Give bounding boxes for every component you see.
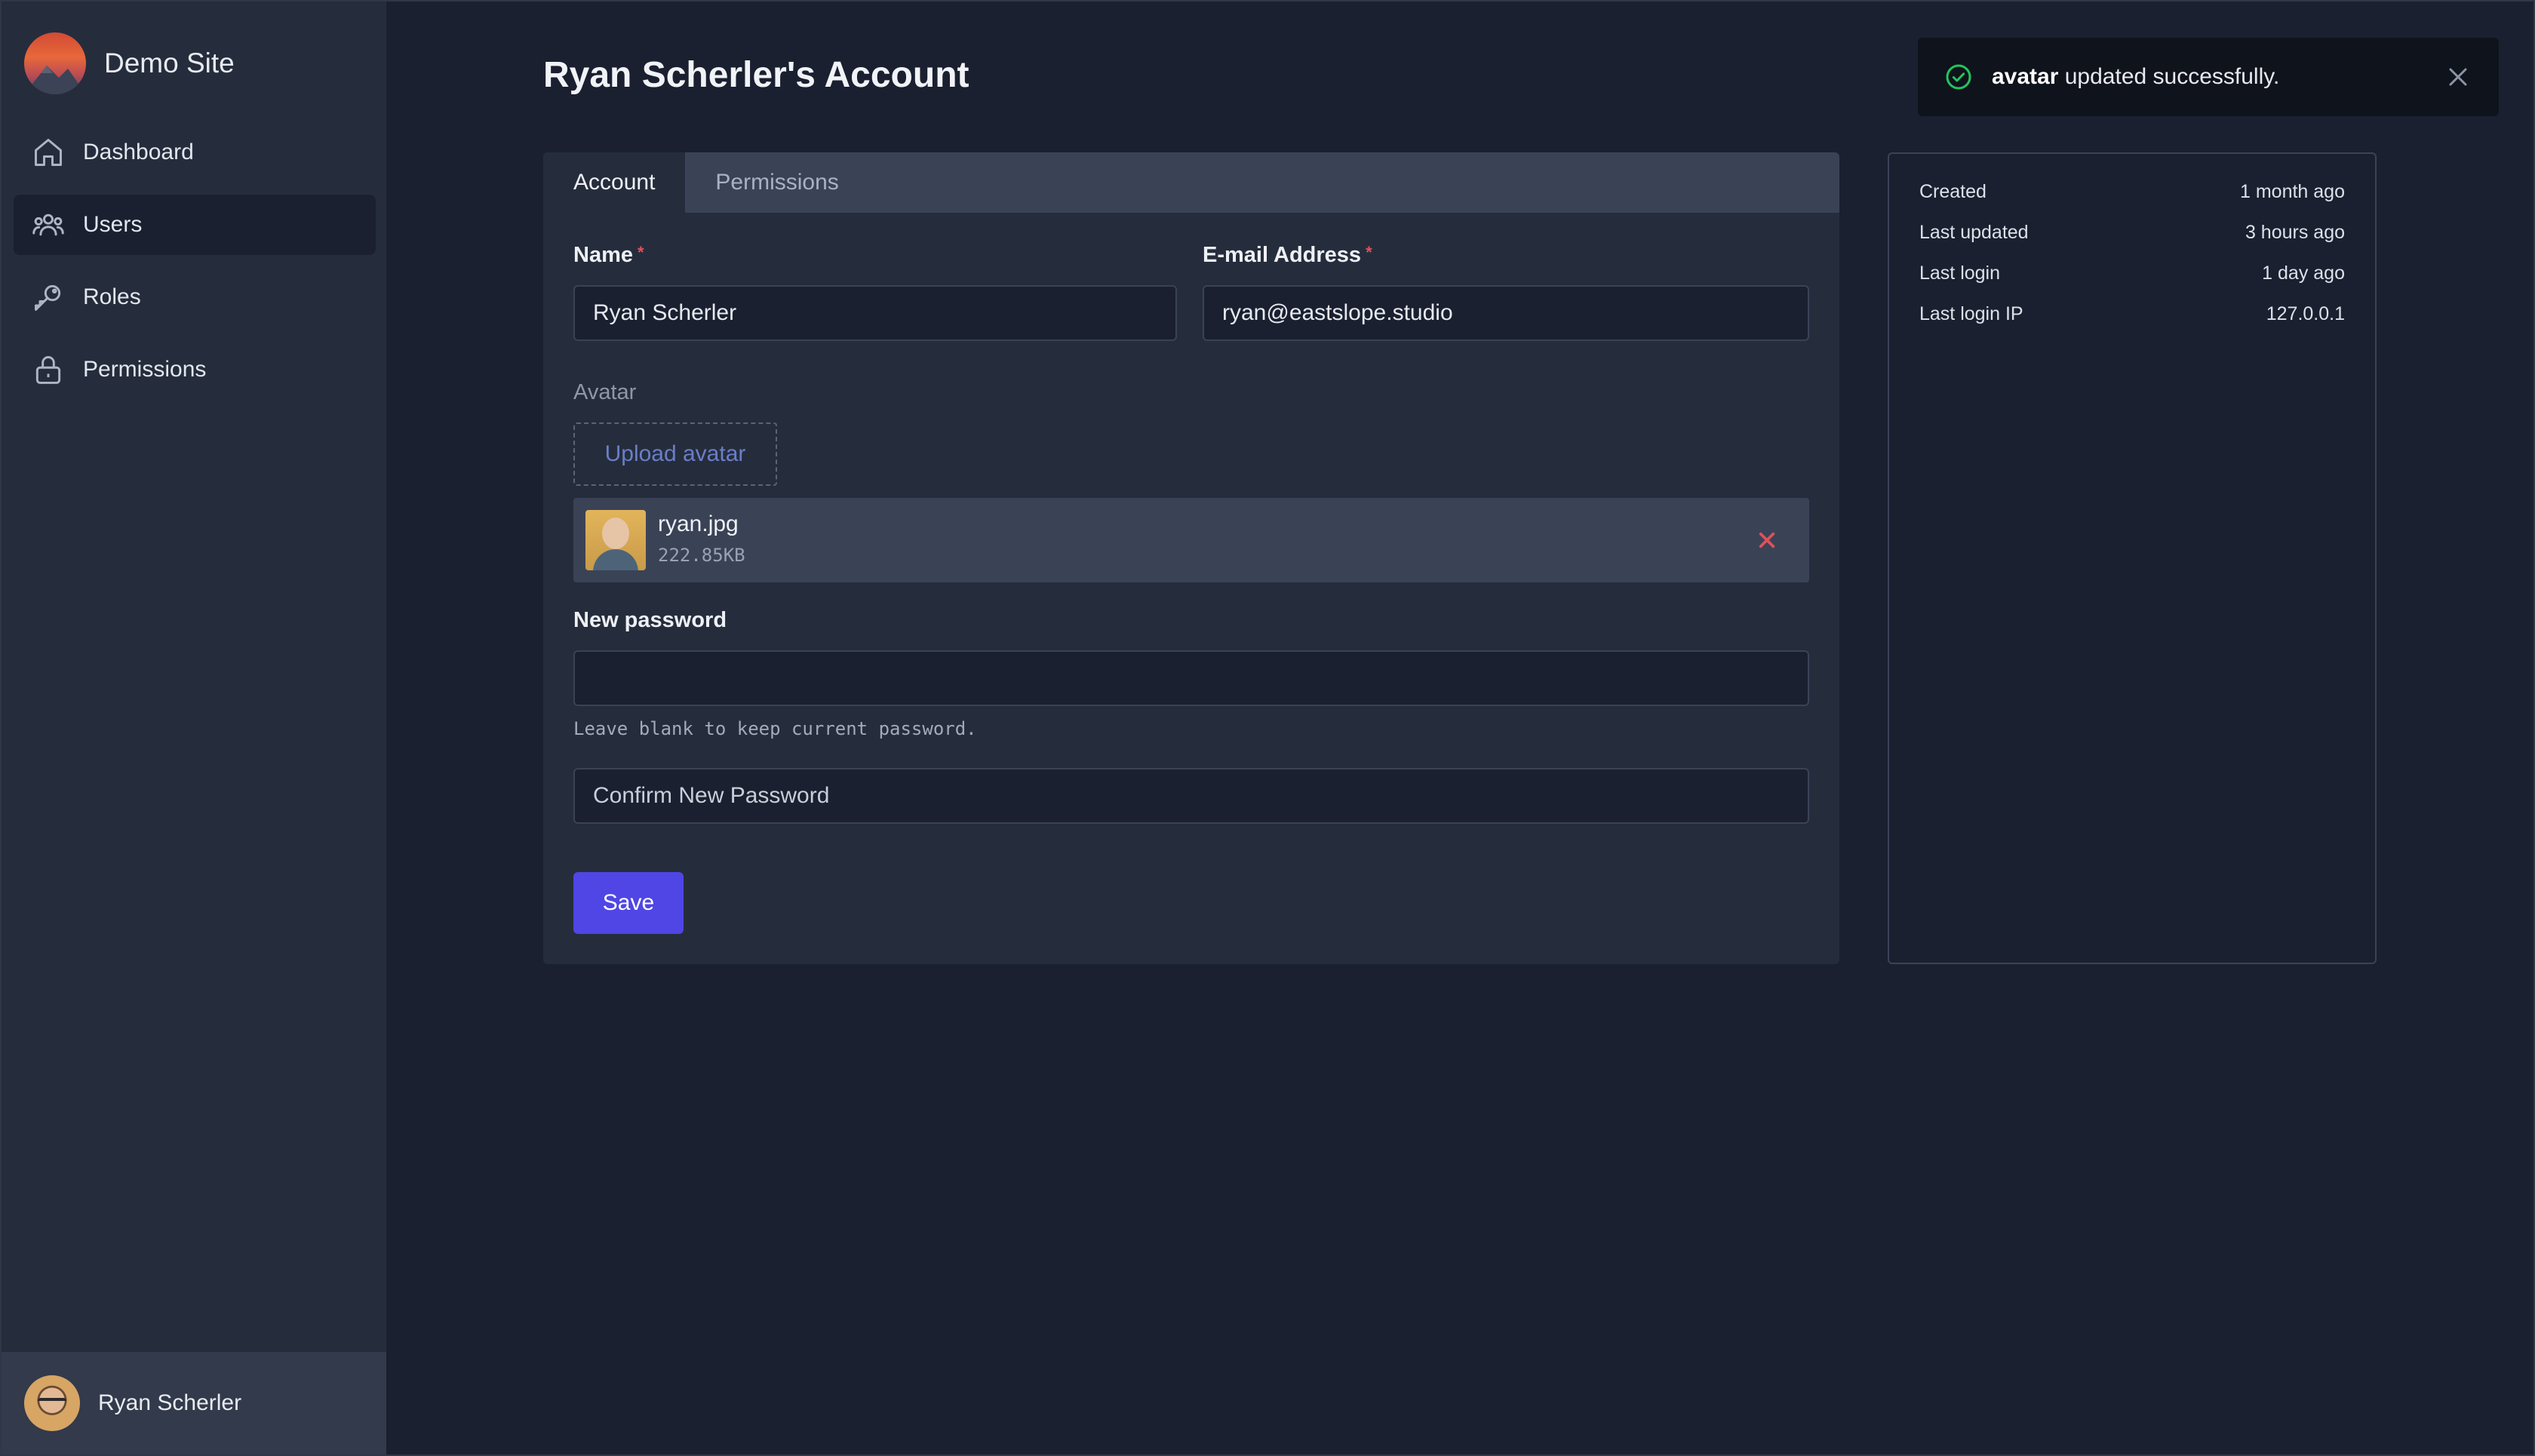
uploaded-file: ryan.jpg 222.85KB [573,498,1809,582]
meta-row-created: Created 1 month ago [1919,181,2345,222]
avatar [24,1375,80,1431]
sidebar-item-roles[interactable]: Roles [14,267,376,327]
toast-field: avatar [1992,64,2059,89]
required-marker: * [638,243,644,262]
toast-message: avatar updated successfully. [1992,64,2279,90]
current-user[interactable]: Ryan Scherler [2,1352,386,1454]
users-icon [32,208,65,241]
remove-file-icon[interactable] [1752,525,1782,555]
password-label: New password [573,608,727,632]
save-button[interactable]: Save [573,872,684,934]
sidebar-item-users[interactable]: Users [14,195,376,255]
check-circle-icon [1946,64,1971,90]
meta-value: 3 hours ago [2245,222,2345,243]
meta-value: 1 month ago [2240,181,2345,202]
meta-label: Last updated [1919,222,2029,243]
sidebar-item-label: Users [83,212,143,237]
sidebar: Demo Site Dashboard Users Roles Permissi… [2,2,386,1454]
sidebar-nav: Dashboard Users Roles Permissions [14,122,376,412]
new-password-input[interactable] [573,650,1809,706]
sidebar-item-dashboard[interactable]: Dashboard [14,122,376,183]
home-icon [32,136,65,169]
email-label-text: E-mail Address [1203,243,1362,267]
toast-text: updated successfully. [2058,64,2280,89]
sidebar-item-label: Permissions [83,357,207,382]
meta-label: Created [1919,181,1987,202]
account-form-card: Account Permissions Name * E-mail Address… [543,152,1839,964]
meta-row-last-updated: Last updated 3 hours ago [1919,222,2345,263]
avatar-label: Avatar [573,380,637,404]
user-name: Ryan Scherler [98,1390,242,1415]
tab-account[interactable]: Account [543,152,686,213]
meta-row-last-login-ip: Last login IP 127.0.0.1 [1919,303,2345,344]
key-icon [32,281,65,314]
sidebar-item-permissions[interactable]: Permissions [14,339,376,400]
meta-value: 127.0.0.1 [2266,303,2345,324]
brand-name: Demo Site [104,48,235,78]
email-label: E-mail Address * [1203,243,1372,268]
close-icon[interactable] [2443,62,2473,92]
brand-logo [24,32,86,94]
meta-label: Last login [1919,263,2001,284]
lock-icon [32,353,65,386]
file-thumbnail [585,510,646,570]
password-help: Leave blank to keep current password. [573,718,977,739]
meta-label: Last login IP [1919,303,2023,324]
confirm-password-input[interactable] [573,768,1809,824]
sidebar-item-label: Dashboard [83,140,194,164]
tab-bar: Account Permissions [543,152,1839,213]
tab-permissions[interactable]: Permissions [685,152,868,213]
name-label-text: Name [573,243,633,267]
page-title: Ryan Scherler's Account [543,55,969,95]
file-size: 222.85KB [658,545,745,566]
meta-value: 1 day ago [2262,263,2345,284]
name-input[interactable] [573,285,1177,341]
brand[interactable]: Demo Site [24,32,235,95]
sidebar-item-label: Roles [83,284,141,309]
upload-avatar-button[interactable]: Upload avatar [573,422,777,486]
file-name: ryan.jpg [658,511,739,536]
email-input[interactable] [1203,285,1809,341]
success-toast: avatar updated successfully. [1918,38,2499,116]
account-meta-card: Created 1 month ago Last updated 3 hours… [1888,152,2377,964]
required-marker: * [1366,243,1372,262]
name-label: Name * [573,243,644,268]
meta-row-last-login: Last login 1 day ago [1919,263,2345,303]
